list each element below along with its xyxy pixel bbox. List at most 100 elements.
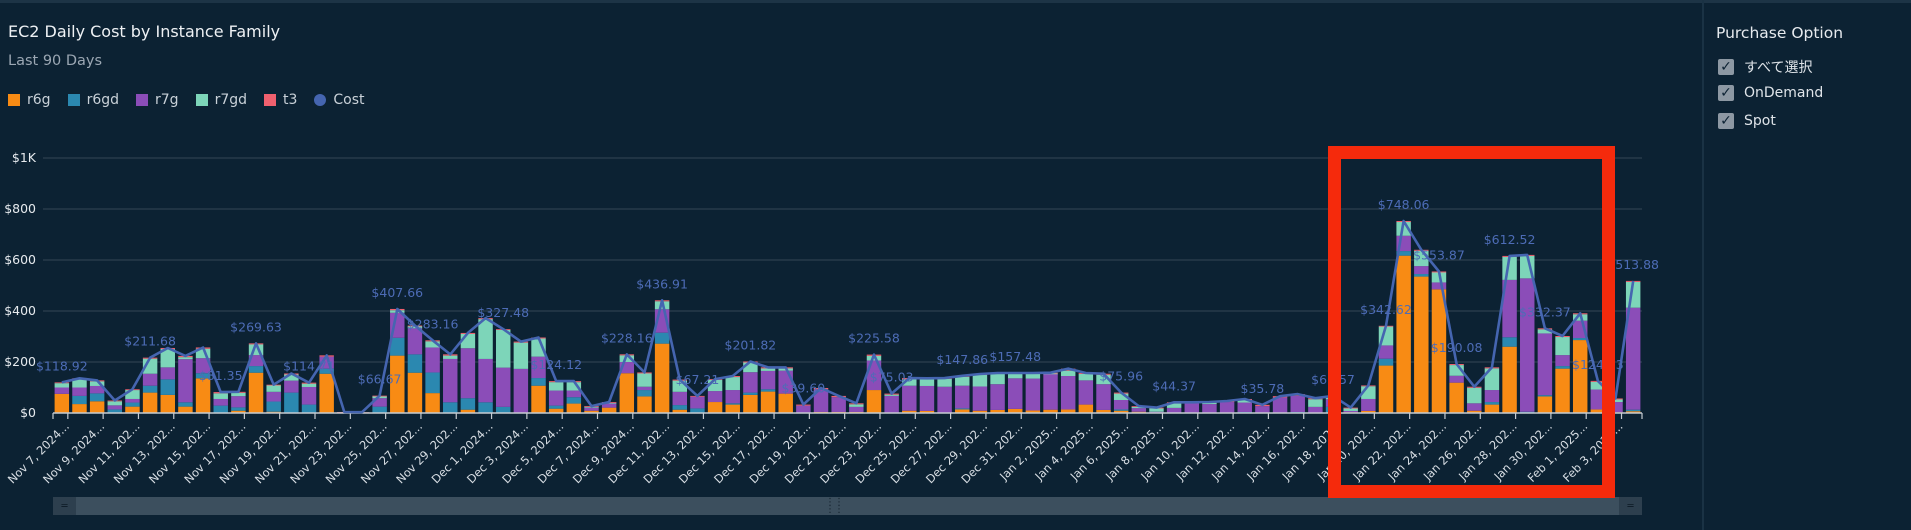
bar-segment-r7g bbox=[902, 385, 917, 411]
x-tick-label: Dec 21, 202... bbox=[782, 419, 849, 486]
bar-segment-r6g bbox=[707, 402, 723, 413]
bar-segment-r7gd bbox=[919, 379, 935, 386]
bar-segment-r6g bbox=[160, 394, 175, 413]
cost-data-label: $81.35 bbox=[199, 368, 243, 383]
x-tick-label: Nov 19, 202... bbox=[217, 419, 284, 486]
grip-icon: ═ bbox=[1627, 500, 1634, 512]
bar-segment-r6g bbox=[1078, 404, 1094, 413]
bar-segment-r7g bbox=[425, 347, 440, 373]
checkbox-checked-icon[interactable]: ✓ bbox=[1718, 85, 1734, 101]
bar-segment-r7g bbox=[1025, 378, 1041, 411]
bar-segment-r7g bbox=[1043, 373, 1058, 410]
bar-segment-r7gd bbox=[760, 368, 776, 371]
cost-data-label: $327.48 bbox=[477, 305, 529, 320]
bar-segment-r6g bbox=[637, 396, 652, 413]
x-tick-label: Nov 29, 202... bbox=[393, 419, 460, 486]
bar-segment-r6g bbox=[778, 393, 793, 413]
scroll-right-handle[interactable]: ═ bbox=[1619, 497, 1642, 515]
bar-segment-r6g bbox=[195, 378, 211, 413]
cost-data-label: $39.60 bbox=[781, 381, 825, 396]
bar-segment-r7g bbox=[1290, 395, 1305, 412]
bar-segment-r6g bbox=[531, 385, 546, 413]
bar-segment-r7g bbox=[1308, 406, 1323, 413]
bar-segment-r7gd bbox=[54, 383, 70, 388]
bar-segment-r6gd bbox=[284, 392, 299, 413]
x-tick-label: Nov 27, 202... bbox=[358, 419, 425, 486]
bar-segment-r7gd bbox=[1008, 373, 1023, 379]
bar-segment-r7g bbox=[637, 386, 652, 391]
cost-data-label: $118.92 bbox=[36, 358, 88, 373]
bar-segment-r7gd bbox=[1149, 408, 1164, 412]
checkbox-checked-icon[interactable]: ✓ bbox=[1718, 113, 1734, 129]
scroll-center-grip-icon[interactable]: ⋮⋮ ⋮⋮ bbox=[825, 498, 844, 515]
checkbox-checked-icon[interactable]: ✓ bbox=[1718, 59, 1734, 75]
bar-segment-r6gd bbox=[654, 332, 670, 344]
bar-segment-r7gd bbox=[990, 373, 1005, 385]
bar-segment-r7g bbox=[231, 396, 246, 408]
bar-segment-r6gd bbox=[160, 379, 175, 395]
bar-segment-r6gd bbox=[142, 385, 158, 393]
bar-segment-r7g bbox=[1166, 407, 1182, 413]
option-spot[interactable]: ✓ Spot bbox=[1718, 113, 1776, 129]
option-select-all[interactable]: ✓ すべて選択 bbox=[1718, 57, 1812, 77]
bar-segment-r6gd bbox=[478, 402, 493, 413]
x-tick-label: Dec 1, 2024... bbox=[429, 419, 496, 486]
x-tick-label: Nov 25, 202... bbox=[323, 419, 390, 486]
stacked-bar-chart: $0 $200 $400 $600 $800 $1K Nov 7, 2024...Nov 9… bbox=[4, 150, 1659, 486]
bar-segment-r7g bbox=[919, 385, 935, 411]
x-tick-label: Dec 5, 2024... bbox=[499, 419, 566, 486]
bar-segment-r7g bbox=[760, 370, 776, 390]
scroll-left-handle[interactable]: ═ bbox=[53, 497, 76, 515]
bar-segment-r6gd bbox=[955, 408, 970, 410]
bar-segment-r6gd bbox=[178, 402, 193, 407]
panel-divider bbox=[1702, 0, 1704, 530]
x-tick-label: Nov 23, 202... bbox=[287, 419, 354, 486]
x-tick-label: Dec 9, 2024... bbox=[570, 419, 637, 486]
bar-segment-r6gd bbox=[760, 389, 776, 392]
bar-segment-r6gd bbox=[495, 406, 511, 413]
x-tick-label: Dec 3, 2024... bbox=[464, 419, 531, 486]
bar-segment-r7gd bbox=[443, 355, 458, 359]
bar-segment-r7g bbox=[443, 358, 458, 403]
chart-scrollbar[interactable]: ═ ⋮⋮ ⋮⋮ ═ bbox=[53, 497, 1642, 515]
cost-data-label: $225.58 bbox=[848, 331, 900, 346]
cost-data-label: $407.66 bbox=[371, 285, 423, 300]
x-tick-label: Nov 15, 202... bbox=[146, 419, 213, 486]
bar-segment-r6gd bbox=[301, 404, 317, 413]
bar-segment-r7gd bbox=[1025, 373, 1041, 379]
bar-segment-r7g bbox=[937, 386, 952, 413]
bar-segment-r6gd bbox=[1113, 409, 1129, 411]
bar-segment-r7g bbox=[1060, 376, 1076, 410]
bar-segment-r6gd bbox=[460, 398, 476, 410]
x-tick-label: Nov 13, 202... bbox=[111, 419, 178, 486]
option-label: すべて選択 bbox=[1744, 60, 1813, 76]
bar-segment-r7g bbox=[672, 391, 687, 406]
bar-segment-r7gd bbox=[1060, 370, 1076, 377]
bar-segment-r7g bbox=[213, 398, 228, 406]
bar-segment-r6g bbox=[619, 373, 635, 413]
bar-segment-r6gd bbox=[407, 354, 423, 373]
bar-segment-r7gd bbox=[637, 373, 652, 387]
cost-data-label: $228.16 bbox=[601, 330, 653, 345]
x-tick-label: Dec 13, 202... bbox=[641, 419, 708, 486]
cost-data-label: $114.71 bbox=[283, 359, 335, 374]
bar-segment-r7gd bbox=[937, 378, 952, 387]
bar-segment-r7gd bbox=[178, 357, 193, 360]
bar-segment-r7g bbox=[284, 380, 299, 393]
bar-segment-r6g bbox=[142, 392, 158, 413]
bar-segment-r6g bbox=[566, 403, 582, 413]
option-ondemand[interactable]: ✓ OnDemand bbox=[1718, 85, 1823, 101]
bar-segment-r7g bbox=[743, 372, 758, 393]
bar-segment-r7g bbox=[548, 390, 564, 406]
x-tick-label: Dec 7, 2024... bbox=[535, 419, 602, 486]
bar-segment-r6gd bbox=[443, 402, 458, 413]
bar-segment-r6gd bbox=[725, 403, 740, 405]
bar-segment-r7gd bbox=[1308, 399, 1323, 407]
bar-segment-r7g bbox=[796, 405, 811, 413]
bar-segment-r7gd bbox=[972, 375, 988, 387]
bar-segment-r7g bbox=[72, 387, 87, 396]
bar-segment-r6g bbox=[601, 407, 617, 413]
grip-icon: ═ bbox=[61, 500, 68, 512]
bar-segment-r7g bbox=[160, 367, 175, 380]
y-tick-label: $800 bbox=[4, 201, 36, 216]
